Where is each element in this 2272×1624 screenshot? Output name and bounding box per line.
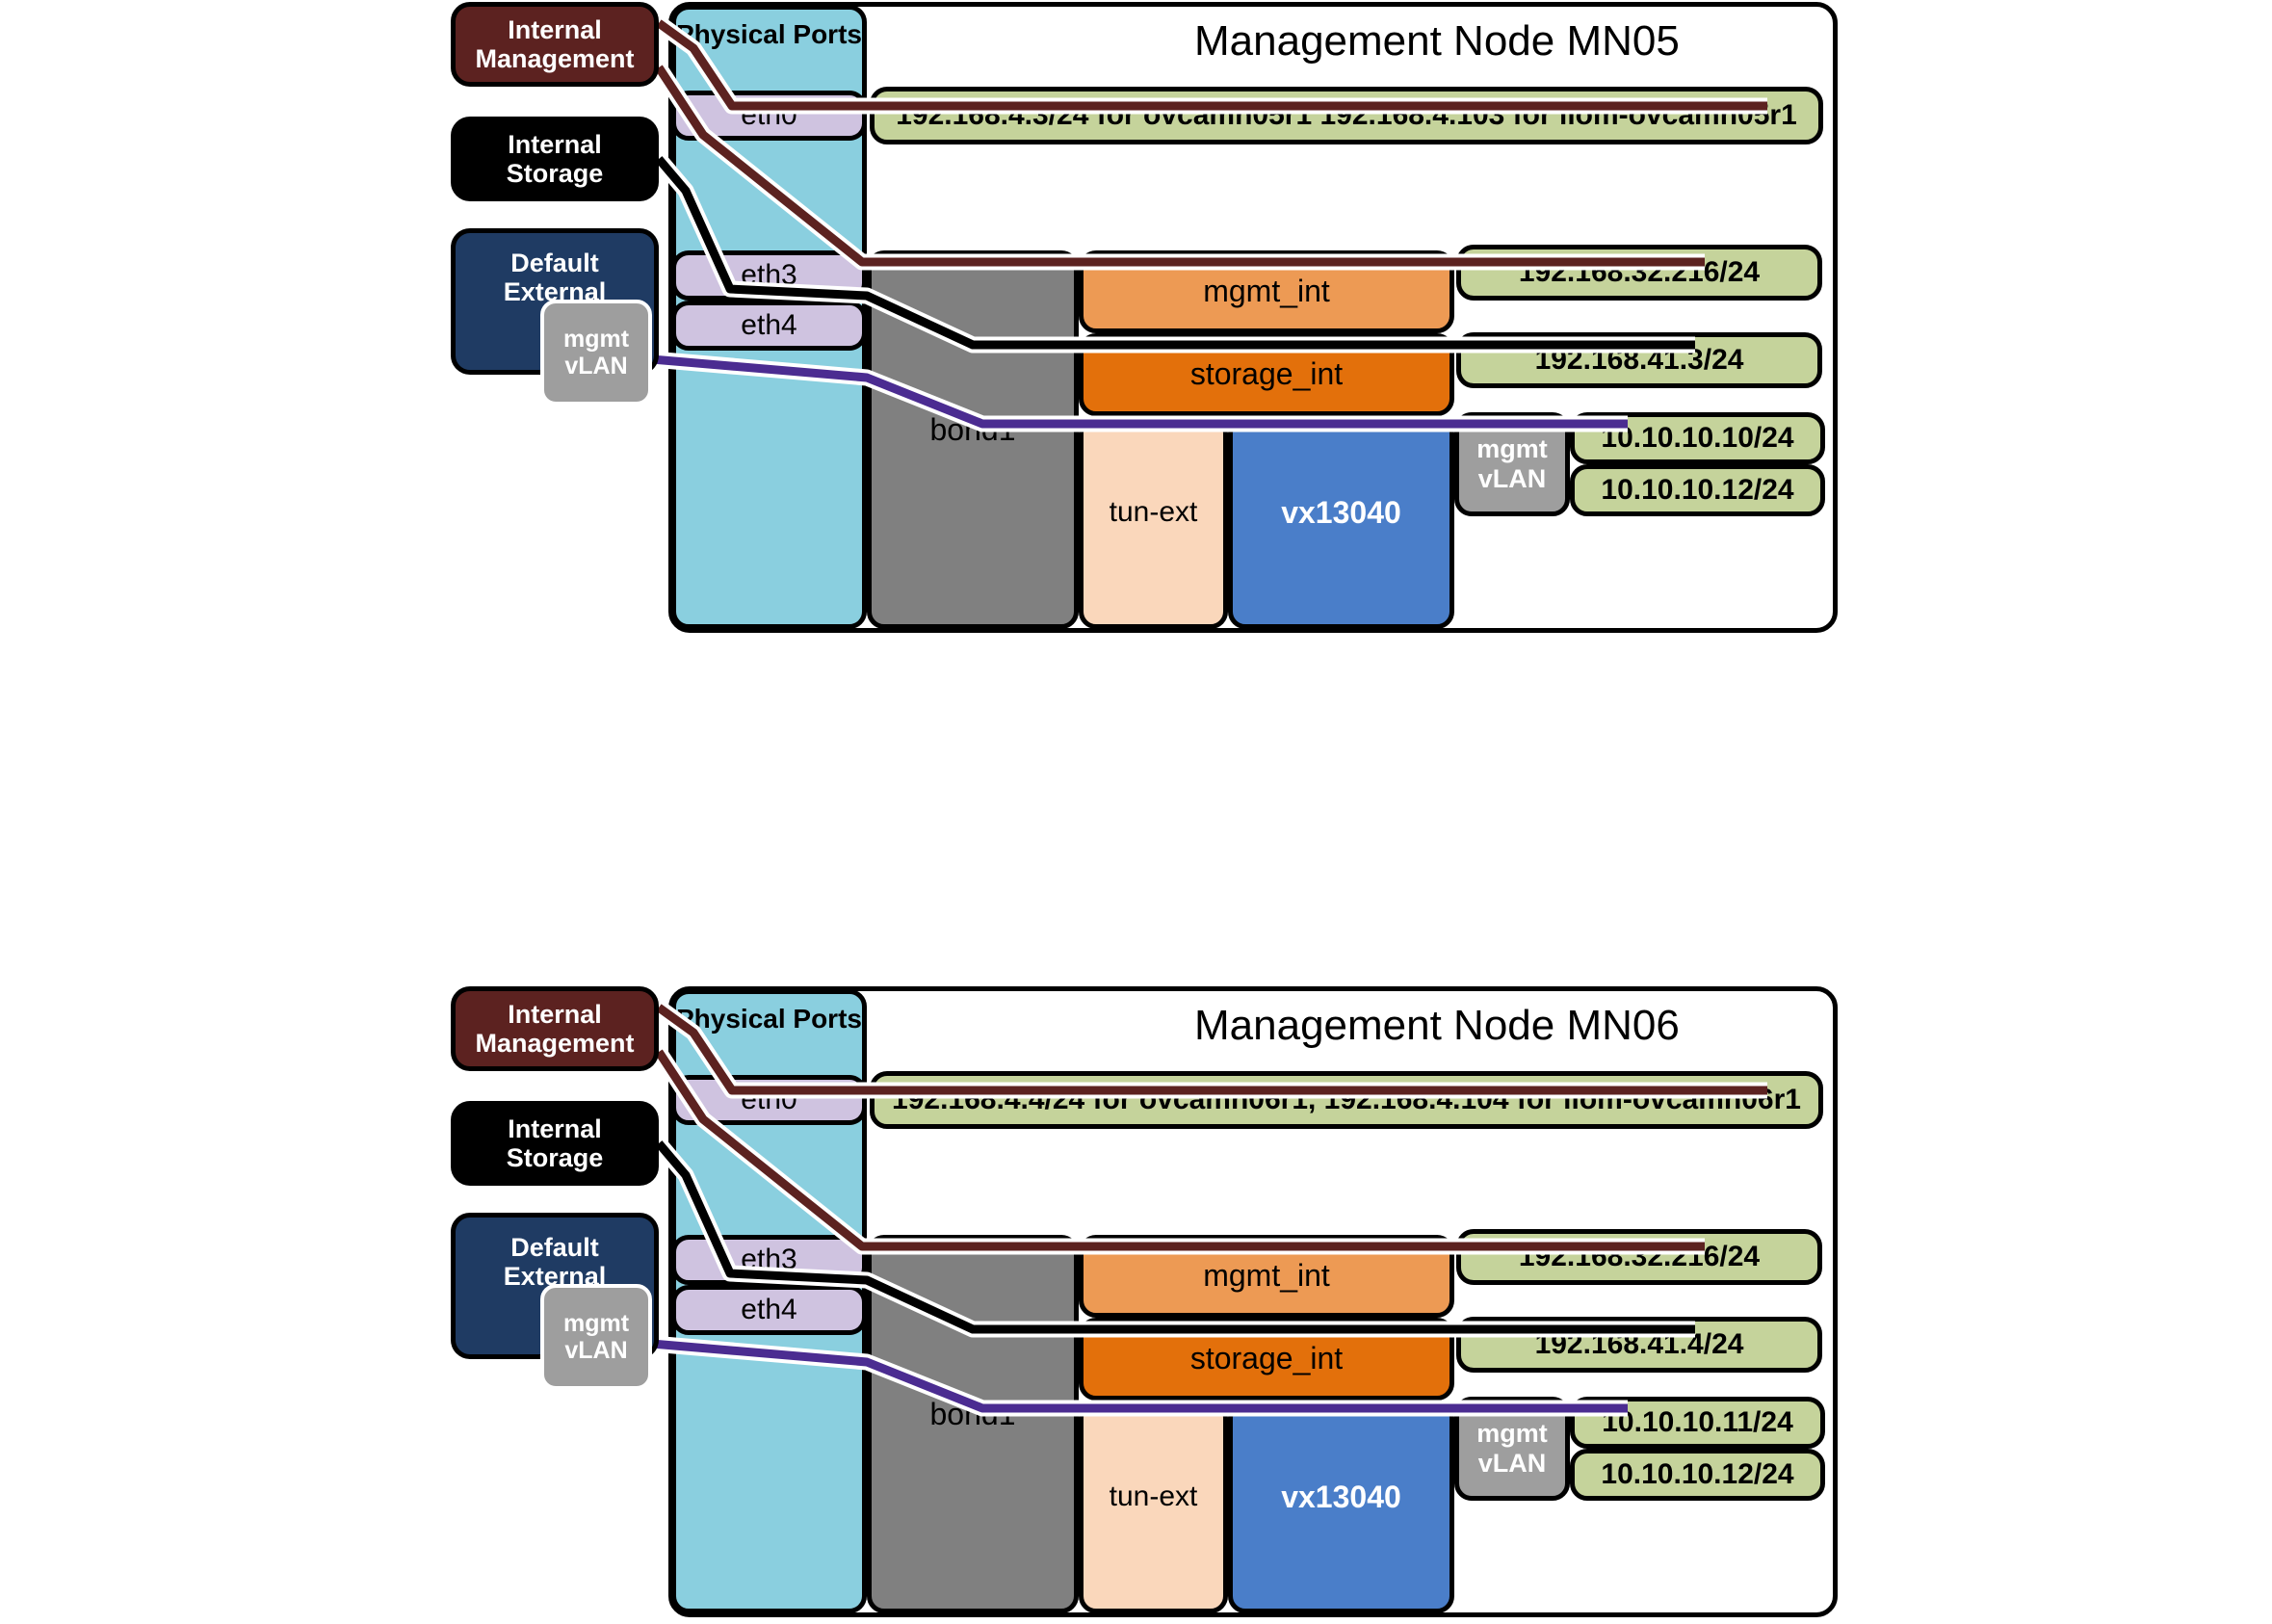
ip-label-vlan-1-text: 10.10.10.11/24	[1602, 1406, 1793, 1439]
ip-label-vlan-1: 10.10.10.11/24	[1570, 1397, 1825, 1449]
port-eth3-label: eth3	[741, 259, 797, 292]
port-eth4: eth4	[671, 301, 867, 351]
ip-label-vlan-2: 10.10.10.12/24	[1570, 1449, 1825, 1501]
network-label-internal-storage: Internal Storage	[451, 1101, 659, 1186]
network-label-line1: Internal	[508, 129, 602, 159]
bond1-group: bond1	[867, 1235, 1079, 1613]
tun-ext-label: tun-ext	[1109, 496, 1198, 528]
port-eth4: eth4	[671, 1285, 867, 1335]
tun-ext-label: tun-ext	[1109, 1480, 1198, 1512]
ip-label-vlan-2: 10.10.10.12/24	[1570, 464, 1825, 516]
network-label-internal-storage: Internal Storage	[451, 117, 659, 201]
port-eth3: eth3	[671, 1235, 867, 1285]
network-diagram: Internal Management Internal Storage Def…	[0, 0, 2272, 1624]
ip-label-eth0: 192.168.4.4/24 for ovcamn06r1, 192.168.4…	[870, 1071, 1823, 1129]
network-label-line1: Internal	[508, 999, 602, 1029]
vlan-mgmt-line2: vLAN	[1477, 464, 1547, 493]
interface-storage-int: storage_int	[1079, 1318, 1454, 1401]
interface-tun-ext: tun-ext	[1079, 416, 1228, 629]
mgmt-vlan-chip: mgmt vLAN	[540, 1284, 652, 1390]
bond1-label: bond1	[929, 1397, 1016, 1431]
ip-label-vlan-1: 10.10.10.10/24	[1570, 412, 1825, 464]
network-label-line2: Storage	[506, 159, 604, 188]
vx13040-label: vx13040	[1281, 495, 1401, 530]
ip-label-vlan-1-text: 10.10.10.10/24	[1601, 422, 1794, 455]
network-label-line1: Internal	[508, 1113, 602, 1143]
vlan-mgmt-line2: vLAN	[1477, 1449, 1547, 1478]
vlan-mgmt-line1: mgmt	[1476, 433, 1548, 463]
interface-vx13040: vx13040	[1228, 416, 1454, 629]
mgmt-vlan-chip-line2: vLAN	[564, 353, 628, 380]
ip-label-mgmt-int: 192.168.32.216/24	[1456, 1229, 1822, 1285]
storage-int-label: storage_int	[1189, 1341, 1344, 1376]
vlan-mgmt: mgmt vLAN	[1454, 412, 1570, 516]
ip-label-vlan-2-text: 10.10.10.12/24	[1601, 1458, 1794, 1491]
ip-label-storage-int: 192.168.41.4/24	[1456, 1317, 1822, 1373]
network-label-internal-management: Internal Management	[451, 2, 659, 87]
management-node-mn06: Internal Management Internal Storage Def…	[0, 984, 2272, 1624]
port-eth4-label: eth4	[741, 1294, 797, 1326]
ip-label-storage-int-text: 192.168.41.3/24	[1534, 344, 1744, 377]
node-title: Management Node MN05	[1194, 17, 1680, 65]
physical-ports-label: Physical Ports	[676, 19, 862, 49]
port-eth0: eth0	[671, 91, 867, 141]
network-label-line2: Storage	[506, 1143, 604, 1172]
ip-label-storage-int: 192.168.41.3/24	[1456, 332, 1822, 388]
network-label-line1: Internal	[508, 14, 602, 44]
mgmt-vlan-chip: mgmt vLAN	[540, 300, 652, 406]
physical-ports-label: Physical Ports	[676, 1004, 862, 1034]
network-label-line2: Management	[475, 1029, 635, 1058]
interface-storage-int: storage_int	[1079, 333, 1454, 416]
ip-label-eth0: 192.168.4.3/24 for ovcamn05r1 192.168.4.…	[870, 87, 1823, 144]
ip-label-mgmt-int: 192.168.32.216/24	[1456, 245, 1822, 301]
mgmt-vlan-chip-line1: mgmt	[562, 1309, 630, 1337]
port-eth0: eth0	[671, 1075, 867, 1125]
port-eth0-label: eth0	[741, 1084, 797, 1116]
interface-mgmt-int: mgmt_int	[1079, 250, 1454, 333]
node-title: Management Node MN06	[1194, 1002, 1680, 1049]
network-label-line1: Default	[510, 249, 599, 277]
port-eth0-label: eth0	[741, 99, 797, 132]
mgmt-int-label: mgmt_int	[1203, 274, 1330, 309]
ip-label-mgmt-int-text: 192.168.32.216/24	[1518, 1241, 1761, 1273]
ip-label-storage-int-text: 192.168.41.4/24	[1534, 1328, 1744, 1361]
ip-label-mgmt-int-text: 192.168.32.216/24	[1518, 256, 1761, 289]
bond1-label: bond1	[929, 412, 1016, 447]
bond1-group: bond1	[867, 250, 1079, 629]
interface-vx13040: vx13040	[1228, 1401, 1454, 1613]
port-eth4-label: eth4	[741, 309, 797, 342]
port-eth3: eth3	[671, 250, 867, 301]
ip-label-vlan-2-text: 10.10.10.12/24	[1601, 474, 1794, 507]
vx13040-label: vx13040	[1281, 1480, 1401, 1514]
interface-mgmt-int: mgmt_int	[1079, 1235, 1454, 1318]
management-node-mn05: Internal Management Internal Storage Def…	[0, 0, 2272, 655]
mgmt-vlan-chip-line1: mgmt	[562, 325, 630, 353]
network-label-line2: Management	[475, 44, 635, 73]
vlan-mgmt-line1: mgmt	[1476, 1418, 1548, 1448]
ip-label-eth0-text: 192.168.4.3/24 for ovcamn05r1 192.168.4.…	[896, 99, 1797, 132]
storage-int-label: storage_int	[1189, 356, 1344, 392]
vlan-mgmt: mgmt vLAN	[1454, 1397, 1570, 1501]
port-eth3-label: eth3	[741, 1244, 797, 1276]
ip-label-eth0-text: 192.168.4.4/24 for ovcamn06r1, 192.168.4…	[892, 1084, 1801, 1116]
network-label-line1: Default	[510, 1233, 599, 1262]
network-label-internal-management: Internal Management	[451, 986, 659, 1071]
interface-tun-ext: tun-ext	[1079, 1401, 1228, 1613]
mgmt-vlan-chip-line2: vLAN	[564, 1337, 628, 1364]
mgmt-int-label: mgmt_int	[1203, 1258, 1330, 1294]
